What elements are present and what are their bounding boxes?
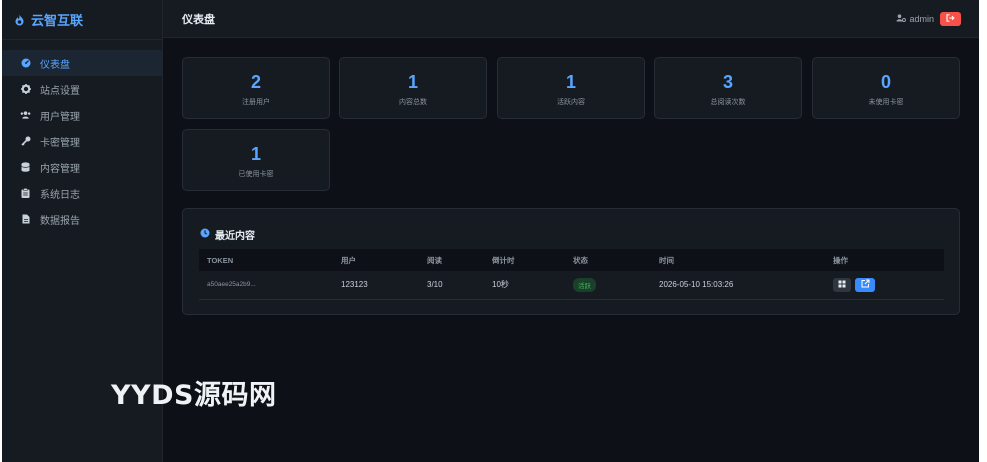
flame-icon bbox=[14, 14, 25, 26]
sidebar-item-content[interactable]: 内容管理 bbox=[2, 154, 162, 180]
column-header: 用户 bbox=[341, 255, 356, 265]
stat-label: 已使用卡密 bbox=[238, 171, 274, 178]
table-header-row: TOKEN 用户 阅读 倒计时 状态 时间 操作 bbox=[199, 249, 944, 271]
user-menu[interactable]: admin bbox=[896, 14, 934, 24]
stat-card-active-content: 1 活跃内容 bbox=[497, 57, 645, 119]
stat-label: 活跃内容 bbox=[557, 99, 585, 106]
watermark: YYDS源码网 bbox=[111, 380, 277, 411]
stat-value: 1 bbox=[250, 144, 261, 164]
sidebar-item-label: 站点设置 bbox=[40, 85, 80, 97]
sidebar-item-label: 数据报告 bbox=[40, 215, 80, 227]
stat-card-registered-users: 2 注册用户 bbox=[182, 57, 330, 119]
clipboard-icon bbox=[20, 188, 31, 199]
stat-value: 3 bbox=[722, 72, 733, 92]
table-row: a50aee25a2b9... 123123 3/10 10秒 活跃 2026-… bbox=[199, 271, 944, 299]
sidebar-item-dashboard[interactable]: 仪表盘 bbox=[2, 50, 162, 76]
recent-title-text: 最近内容 bbox=[215, 231, 255, 242]
stat-card-used-cards: 1 已使用卡密 bbox=[182, 129, 330, 191]
dashboard-icon bbox=[20, 58, 31, 69]
column-header: 阅读 bbox=[427, 255, 442, 265]
user-area: admin bbox=[896, 11, 961, 26]
sidebar-item-label: 用户管理 bbox=[40, 111, 80, 123]
database-icon bbox=[20, 162, 31, 173]
brand[interactable]: 云智互联 bbox=[2, 0, 162, 40]
open-link-button[interactable] bbox=[855, 277, 875, 292]
page-scrollbar[interactable] bbox=[979, 0, 987, 462]
sidebar-item-label: 系统日志 bbox=[40, 189, 80, 201]
countdown-cell: 10秒 bbox=[492, 280, 509, 290]
column-header: TOKEN bbox=[207, 255, 234, 265]
topbar: 仪表盘 admin bbox=[163, 0, 979, 38]
recent-content-title: 最近内容 bbox=[200, 227, 255, 242]
gear-icon bbox=[20, 84, 31, 95]
sidebar-item-label: 卡密管理 bbox=[40, 137, 80, 149]
sign-out-icon bbox=[946, 13, 955, 24]
sidebar-nav: 仪表盘 站点设置 用户管理 卡密管理 内容管理 系统日志 数据报告 bbox=[2, 40, 162, 232]
column-header: 状态 bbox=[573, 255, 588, 265]
sidebar-item-label: 内容管理 bbox=[40, 163, 80, 175]
qr-code-button[interactable] bbox=[833, 277, 851, 292]
stat-value: 2 bbox=[250, 72, 261, 92]
status-badge: 活跃 bbox=[573, 277, 596, 292]
user-cog-icon bbox=[896, 13, 907, 24]
sidebar-item-users[interactable]: 用户管理 bbox=[2, 102, 162, 128]
page-title: 仪表盘 bbox=[182, 13, 215, 26]
token-cell: a50aee25a2b9... bbox=[207, 281, 256, 289]
stat-value: 0 bbox=[880, 72, 891, 92]
row-actions bbox=[833, 277, 944, 292]
sidebar-item-label: 仪表盘 bbox=[40, 59, 70, 71]
external-link-icon bbox=[861, 279, 870, 290]
sidebar-item-logs[interactable]: 系统日志 bbox=[2, 180, 162, 206]
stat-card-total-reads: 3 总阅读次数 bbox=[654, 57, 802, 119]
stat-card-unused-cards: 0 未使用卡密 bbox=[812, 57, 960, 119]
actions-cell bbox=[825, 271, 944, 299]
main-content: 仪表盘 admin 2 注册用户 1 内容总数 1 活跃内容 3 总阅读次数 0… bbox=[163, 0, 979, 462]
key-icon bbox=[20, 136, 31, 147]
time-cell: 2026-05-10 15:03:26 bbox=[659, 280, 734, 290]
file-icon bbox=[20, 214, 31, 225]
stat-card-total-content: 1 内容总数 bbox=[339, 57, 487, 119]
clock-icon bbox=[200, 228, 210, 241]
column-header: 操作 bbox=[833, 255, 848, 265]
column-header: 倒计时 bbox=[492, 255, 515, 265]
username: admin bbox=[909, 13, 934, 24]
logout-button[interactable] bbox=[940, 11, 961, 26]
column-header: 时间 bbox=[659, 255, 674, 265]
qr-code-icon bbox=[838, 280, 846, 290]
stat-value: 1 bbox=[565, 72, 576, 92]
sidebar-item-site-settings[interactable]: 站点设置 bbox=[2, 76, 162, 102]
recent-content-table: TOKEN 用户 阅读 倒计时 状态 时间 操作 a50aee25a2b9...… bbox=[199, 249, 944, 300]
stat-label: 内容总数 bbox=[399, 99, 427, 106]
sidebar-item-cards[interactable]: 卡密管理 bbox=[2, 128, 162, 154]
stat-label: 注册用户 bbox=[242, 99, 270, 106]
stat-value: 1 bbox=[407, 72, 418, 92]
sidebar-item-reports[interactable]: 数据报告 bbox=[2, 206, 162, 232]
status-cell: 活跃 bbox=[565, 271, 651, 299]
reads-cell: 3/10 bbox=[427, 280, 443, 290]
brand-name: 云智互联 bbox=[31, 13, 84, 28]
stat-label: 总阅读次数 bbox=[710, 99, 746, 106]
stat-label: 未使用卡密 bbox=[868, 99, 904, 106]
recent-content-panel: 最近内容 TOKEN 用户 阅读 倒计时 状态 时间 操作 a50aee25a2… bbox=[182, 208, 960, 315]
user-cell: 123123 bbox=[341, 280, 368, 290]
users-icon bbox=[20, 110, 31, 121]
